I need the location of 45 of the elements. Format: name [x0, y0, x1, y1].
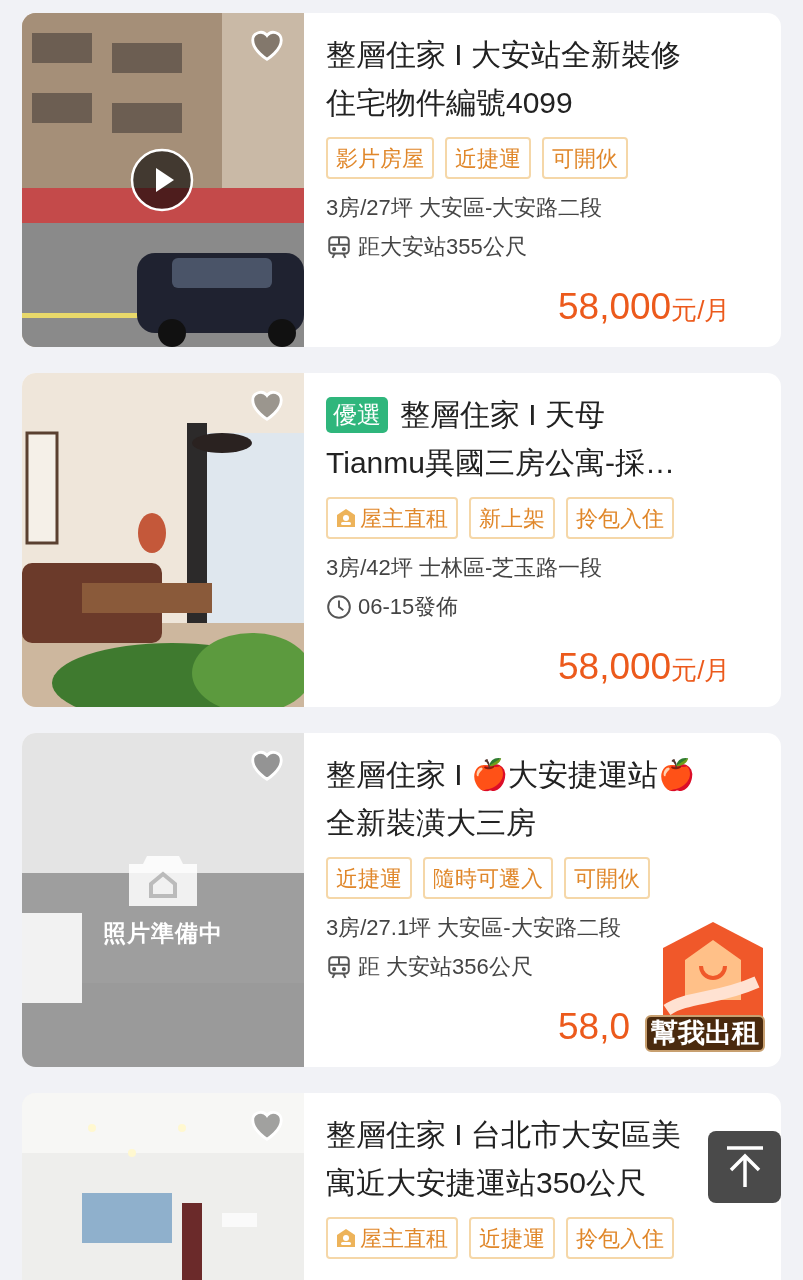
listing-tag: 近捷運 — [445, 137, 531, 179]
train-icon — [326, 233, 352, 260]
owner-icon — [336, 508, 356, 528]
listing-card[interactable]: 整層住家 I 大安站全新裝修 住宅物件編號4099 影片房屋 近捷運 可開伙 3房/27坪 大安區-大安路二段 距大安站355公尺 58,000元/月 — [22, 13, 781, 347]
listing-tag: 屋主直租 — [326, 1217, 458, 1259]
listing-details: 3房/27.1坪 大安區-大安路二段 — [326, 914, 622, 942]
owner-icon — [336, 1228, 356, 1248]
listing-card[interactable]: 整層住家 I 台北市大安區美 寓近大安捷運站350公尺 屋主直租 近捷運 拎包入住 — [22, 1093, 781, 1280]
listing-title[interactable]: 寓近大安捷運站350公尺 — [326, 1168, 647, 1198]
listing-price: 58,000 — [558, 648, 672, 685]
price-unit: 元/月 — [671, 657, 731, 683]
listing-tag: 影片房屋 — [326, 137, 434, 179]
listing-tag: 拎包入住 — [566, 1217, 674, 1259]
listing-price: 58,0 — [558, 1008, 630, 1045]
listing-tag: 可開伙 — [564, 857, 650, 899]
listing-tag: 拎包入住 — [566, 497, 674, 539]
rent-for-me-label: 幫我出租 — [645, 1015, 765, 1052]
photo-placeholder-text: 照片準備中 — [102, 918, 224, 948]
listing-info: 06-15發佈 — [358, 593, 459, 621]
listing-tag: 隨時可遷入 — [423, 857, 553, 899]
play-icon[interactable] — [130, 148, 194, 212]
featured-badge: 優選 — [326, 397, 388, 433]
listing-tag: 新上架 — [469, 497, 555, 539]
listing-price: 58,000 — [558, 288, 672, 325]
train-icon — [326, 953, 352, 980]
back-to-top-button[interactable] — [708, 1131, 781, 1203]
listing-info: 距 大安站356公尺 — [358, 953, 533, 981]
listing-tag: 近捷運 — [326, 857, 412, 899]
listing-title[interactable]: 整層住家 I 🍎大安捷運站🍎 — [326, 760, 695, 790]
listing-tag: 屋主直租 — [326, 497, 458, 539]
listing-info: 距大安站355公尺 — [358, 233, 527, 261]
listing-title[interactable]: 住宅物件編號4099 — [326, 88, 573, 118]
price-unit: 元/月 — [671, 297, 731, 323]
listing-tag: 近捷運 — [469, 1217, 555, 1259]
rent-for-me-badge[interactable]: 幫我出租 — [645, 920, 781, 1052]
listing-title[interactable]: 整層住家 I 天母 — [400, 400, 605, 430]
listing-tag: 可開伙 — [542, 137, 628, 179]
listing-title[interactable]: 全新裝潢大三房 — [326, 808, 536, 838]
listing-title[interactable]: 整層住家 I 大安站全新裝修 — [326, 40, 681, 70]
listing-card[interactable]: 優選 整層住家 I 天母 Tianmu異國三房公寓-採… 屋主直租 新上架 拎包入住 3房/42坪 士林區-芝玉路一段 06-15發佈 58,000元/月 — [22, 373, 781, 707]
listing-details: 3房/27坪 大安區-大安路二段 — [326, 194, 604, 222]
listing-title[interactable]: Tianmu異國三房公寓-採… — [326, 448, 675, 478]
listing-details: 3房/42坪 士林區-芝玉路一段 — [326, 554, 604, 582]
listing-title[interactable]: 整層住家 I 台北市大安區美 — [326, 1120, 681, 1150]
clock-icon — [326, 593, 352, 620]
